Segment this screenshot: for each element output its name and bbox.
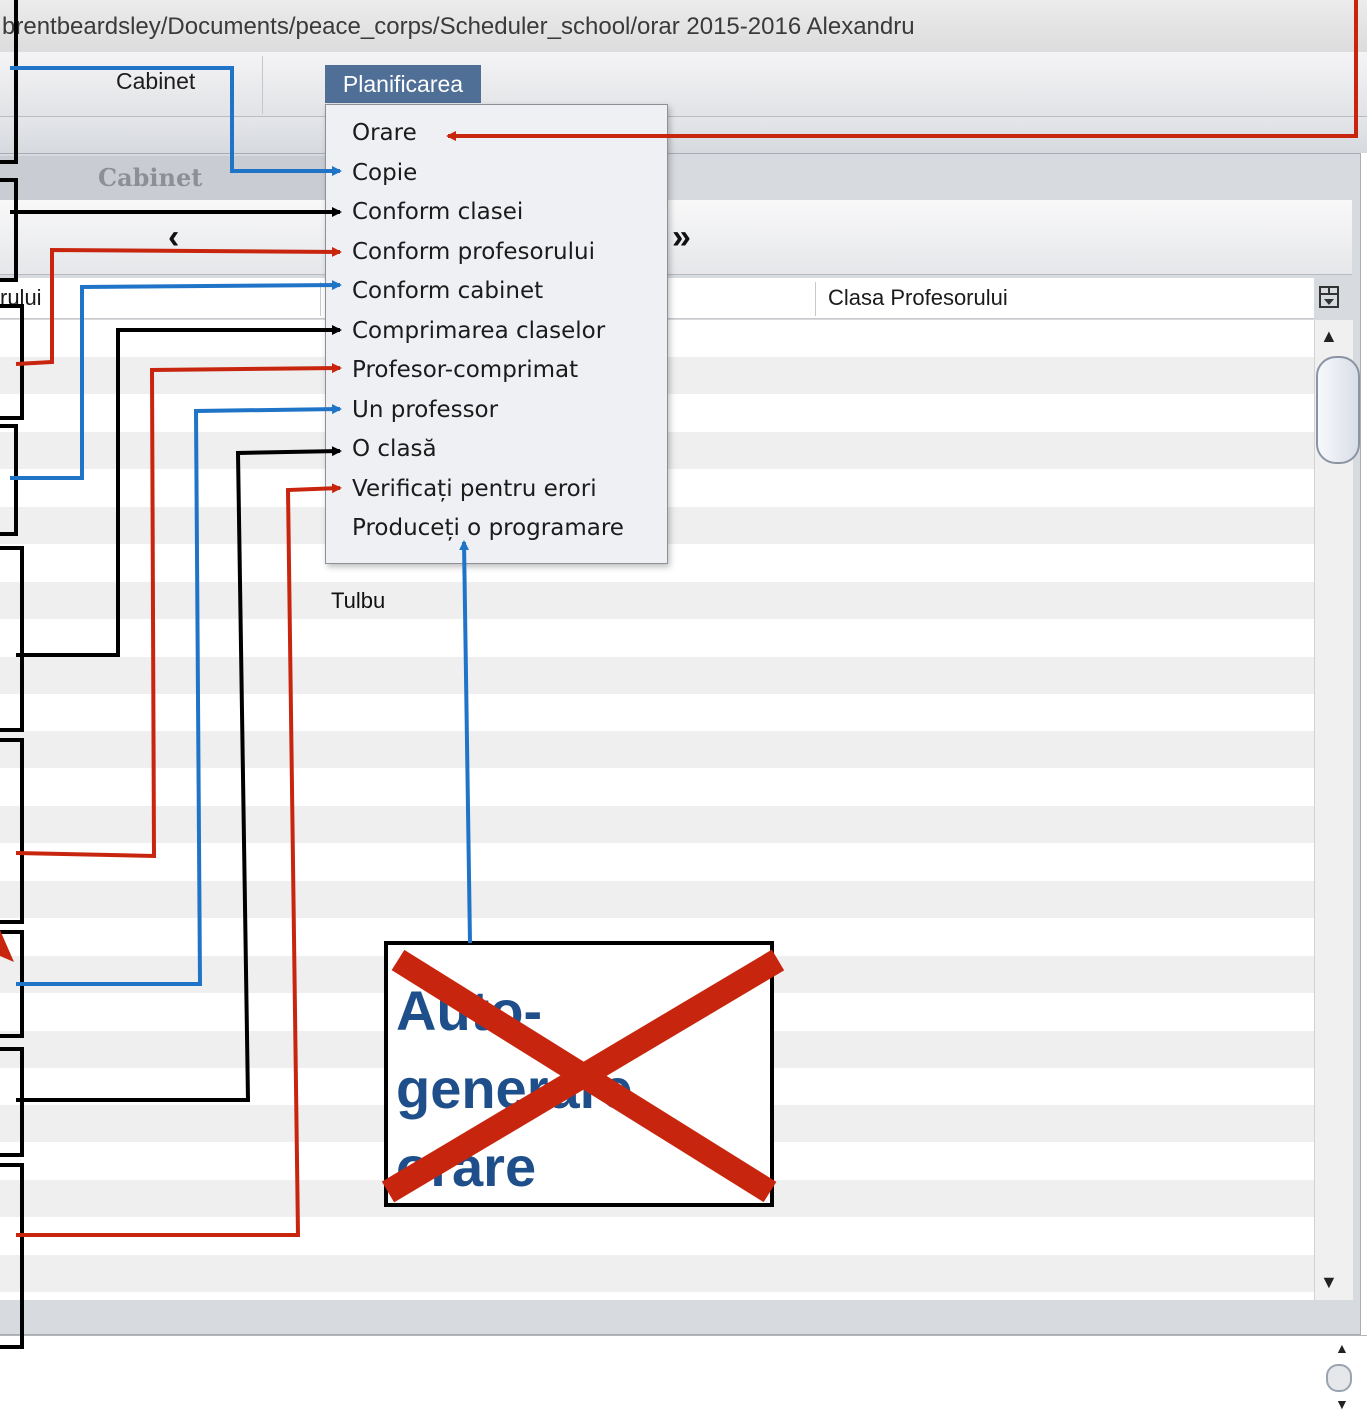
table-row[interactable] [0, 582, 1314, 619]
menu-item-produceti-o-programare[interactable]: Produceți o programare [352, 515, 624, 541]
previous-button[interactable]: ‹ [168, 218, 179, 257]
annotation-box [0, 304, 24, 420]
last-button[interactable]: » [672, 218, 691, 257]
table-row[interactable] [0, 1255, 1314, 1292]
menu-item-o-clasa[interactable]: O clasă [352, 436, 437, 462]
auto-generate-line-2: generare [396, 1057, 633, 1120]
toolbar-strip [0, 117, 1367, 153]
auto-generate-line-1: Auto- [396, 979, 543, 1042]
arrow-up-icon[interactable]: ▲ [1335, 1340, 1349, 1356]
menu-item-verificati-pentru-erori[interactable]: Verificați pentru erori [352, 476, 597, 502]
column-divider [320, 282, 321, 316]
column-header-clasa-profesorului[interactable]: Clasa Profesorului [828, 285, 1008, 311]
menu-item-conform-cabinet[interactable]: Conform cabinet [352, 278, 543, 304]
table-row[interactable] [0, 657, 1314, 694]
menu-bar [0, 52, 1367, 117]
menu-item-conform-profesorului[interactable]: Conform profesorului [352, 239, 595, 265]
menu-item-profesor-comprimat[interactable]: Profesor-comprimat [352, 357, 578, 383]
annotation-box [0, 546, 24, 732]
menu-cabinet[interactable]: Cabinet [116, 68, 195, 95]
window-title: brentbeardsley/Documents/peace_corps/Sch… [2, 13, 915, 40]
auto-generate-line-3: orare [396, 1135, 537, 1198]
annotation-box [0, 930, 24, 1038]
table-row[interactable] [0, 694, 1314, 731]
annotation-box [0, 178, 18, 282]
bottom-text-area[interactable] [0, 1335, 1367, 1418]
table-row[interactable] [0, 806, 1314, 843]
annotation-box [0, 0, 18, 164]
annotation-box [0, 1163, 24, 1349]
table-row[interactable] [0, 1292, 1314, 1300]
table-row[interactable] [0, 881, 1314, 918]
scrollbar-thumb[interactable] [1326, 1364, 1352, 1392]
arrow-down-icon[interactable]: ▼ [1335, 1396, 1349, 1412]
scrollbar-thumb[interactable] [1316, 356, 1360, 464]
annotation-box [0, 738, 24, 924]
menu-item-orare[interactable]: Orare [352, 120, 417, 146]
column-divider [815, 282, 816, 316]
vertical-scrollbar[interactable] [1314, 320, 1353, 1300]
menu-item-comprimarea-claselor[interactable]: Comprimarea claselor [352, 318, 605, 344]
table-row[interactable] [0, 769, 1314, 806]
auto-generate-text: Auto- generare orare [396, 972, 756, 1206]
tab-cabinet-label: Cabinet [98, 163, 203, 192]
menu-planificarea[interactable]: Planificarea [325, 65, 481, 103]
arrow-down-icon[interactable]: ▼ [1320, 1272, 1338, 1293]
arrow-up-icon[interactable]: ▲ [1320, 326, 1338, 347]
annotation-box [0, 1047, 24, 1157]
table-row[interactable] [0, 619, 1314, 656]
menu-divider [262, 56, 263, 114]
table-row[interactable] [0, 731, 1314, 768]
table-row[interactable] [0, 844, 1314, 881]
menu-item-copie[interactable]: Copie [352, 160, 417, 186]
annotation-box [0, 424, 18, 536]
table-row[interactable] [0, 1218, 1314, 1255]
column-chooser-icon[interactable] [1316, 282, 1342, 314]
menu-item-conform-clasei[interactable]: Conform clasei [352, 199, 523, 225]
menu-item-un-professor[interactable]: Un professor [352, 397, 498, 423]
table-cell[interactable]: Tulbu [331, 588, 385, 614]
